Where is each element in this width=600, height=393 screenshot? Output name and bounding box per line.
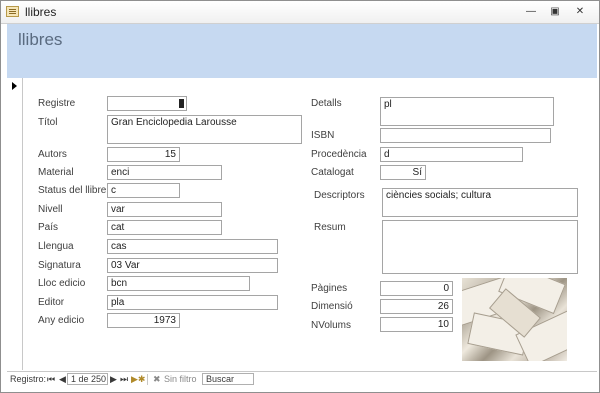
- books-image: [462, 278, 567, 361]
- registre-label: Registre: [38, 98, 76, 109]
- lloc-edicio-label: Lloc edicio: [38, 278, 86, 289]
- detalls-label: Detalls: [311, 98, 342, 109]
- signatura-field[interactable]: 03 Var: [107, 258, 278, 273]
- form-window: llibres — ▣ ✕ llibres Registre Títol Aut…: [0, 0, 600, 393]
- catalogat-field[interactable]: Sí: [380, 165, 426, 180]
- form-title: llibres: [18, 30, 63, 49]
- form-header: llibres: [7, 24, 597, 78]
- text-cursor: [179, 99, 184, 108]
- status-label: Status del llibre: [38, 185, 107, 196]
- record-position-field[interactable]: 1 de 250: [67, 373, 108, 385]
- nivell-field[interactable]: var: [107, 202, 222, 217]
- detalls-field[interactable]: pl: [380, 97, 554, 126]
- pais-field[interactable]: cat: [107, 220, 222, 235]
- llengua-label: Llengua: [38, 241, 74, 252]
- editor-field[interactable]: pla: [107, 295, 278, 310]
- resum-field[interactable]: [382, 220, 578, 274]
- dimensio-label: Dimensió: [311, 301, 353, 312]
- form-icon: [6, 6, 19, 17]
- pais-label: País: [38, 222, 59, 233]
- procedencia-label: Procedència: [311, 149, 367, 160]
- titol-field[interactable]: Gran Enciclopedia Larousse: [107, 115, 302, 144]
- descriptors-label: Descriptors: [314, 190, 365, 201]
- current-record-arrow-icon: [12, 82, 17, 90]
- nav-separator: [147, 374, 148, 385]
- first-record-icon[interactable]: ⏮: [47, 374, 55, 385]
- isbn-field[interactable]: [380, 128, 551, 143]
- nivell-label: Nivell: [38, 204, 63, 215]
- material-label: Material: [38, 167, 74, 178]
- editor-label: Editor: [38, 297, 65, 308]
- restore-icon[interactable]: ▣: [548, 6, 562, 18]
- lloc-edicio-field[interactable]: bcn: [107, 276, 250, 291]
- procedencia-field[interactable]: d: [380, 147, 523, 162]
- record-selector[interactable]: [7, 78, 23, 370]
- new-record-icon[interactable]: ▶✱: [131, 374, 145, 385]
- filter-label[interactable]: Sin filtro: [164, 374, 197, 384]
- registre-field[interactable]: [107, 96, 187, 111]
- next-record-icon[interactable]: ▶: [110, 374, 117, 385]
- llengua-field[interactable]: cas: [107, 239, 278, 254]
- isbn-label: ISBN: [311, 130, 335, 141]
- autors-label: Autors: [38, 149, 67, 160]
- any-edicio-field[interactable]: 1973: [107, 313, 180, 328]
- previous-record-icon[interactable]: ◀: [59, 374, 66, 385]
- window-title: llibres: [25, 5, 57, 19]
- catalogat-label: Catalogat: [311, 167, 354, 178]
- minimize-icon[interactable]: —: [524, 6, 538, 18]
- autors-field[interactable]: 15: [107, 147, 180, 162]
- nvolums-label: NVolums: [311, 320, 352, 331]
- status-field[interactable]: c: [107, 183, 180, 198]
- titol-label: Títol: [38, 117, 58, 128]
- title-bar: llibres — ▣ ✕: [1, 1, 599, 24]
- resum-label: Resum: [314, 222, 346, 233]
- nvolums-field[interactable]: 10: [380, 317, 453, 332]
- dimensio-field[interactable]: 26: [380, 299, 453, 314]
- signatura-label: Signatura: [38, 260, 81, 271]
- no-filter-icon[interactable]: ✖: [153, 374, 161, 385]
- search-input[interactable]: Buscar: [202, 373, 254, 385]
- record-label: Registro:: [10, 374, 47, 384]
- descriptors-field[interactable]: ciències socials; cultura: [382, 188, 578, 217]
- material-field[interactable]: enci: [107, 165, 222, 180]
- last-record-icon[interactable]: ⏭: [120, 374, 128, 385]
- close-icon[interactable]: ✕: [573, 6, 587, 18]
- any-edicio-label: Any edicio: [38, 315, 85, 326]
- pagines-label: Pàgines: [311, 283, 348, 294]
- record-navigation-bar: Registro: ⏮ ◀ 1 de 250 ▶ ⏭ ▶✱ ✖ Sin filt…: [7, 371, 597, 387]
- pagines-field[interactable]: 0: [380, 281, 453, 296]
